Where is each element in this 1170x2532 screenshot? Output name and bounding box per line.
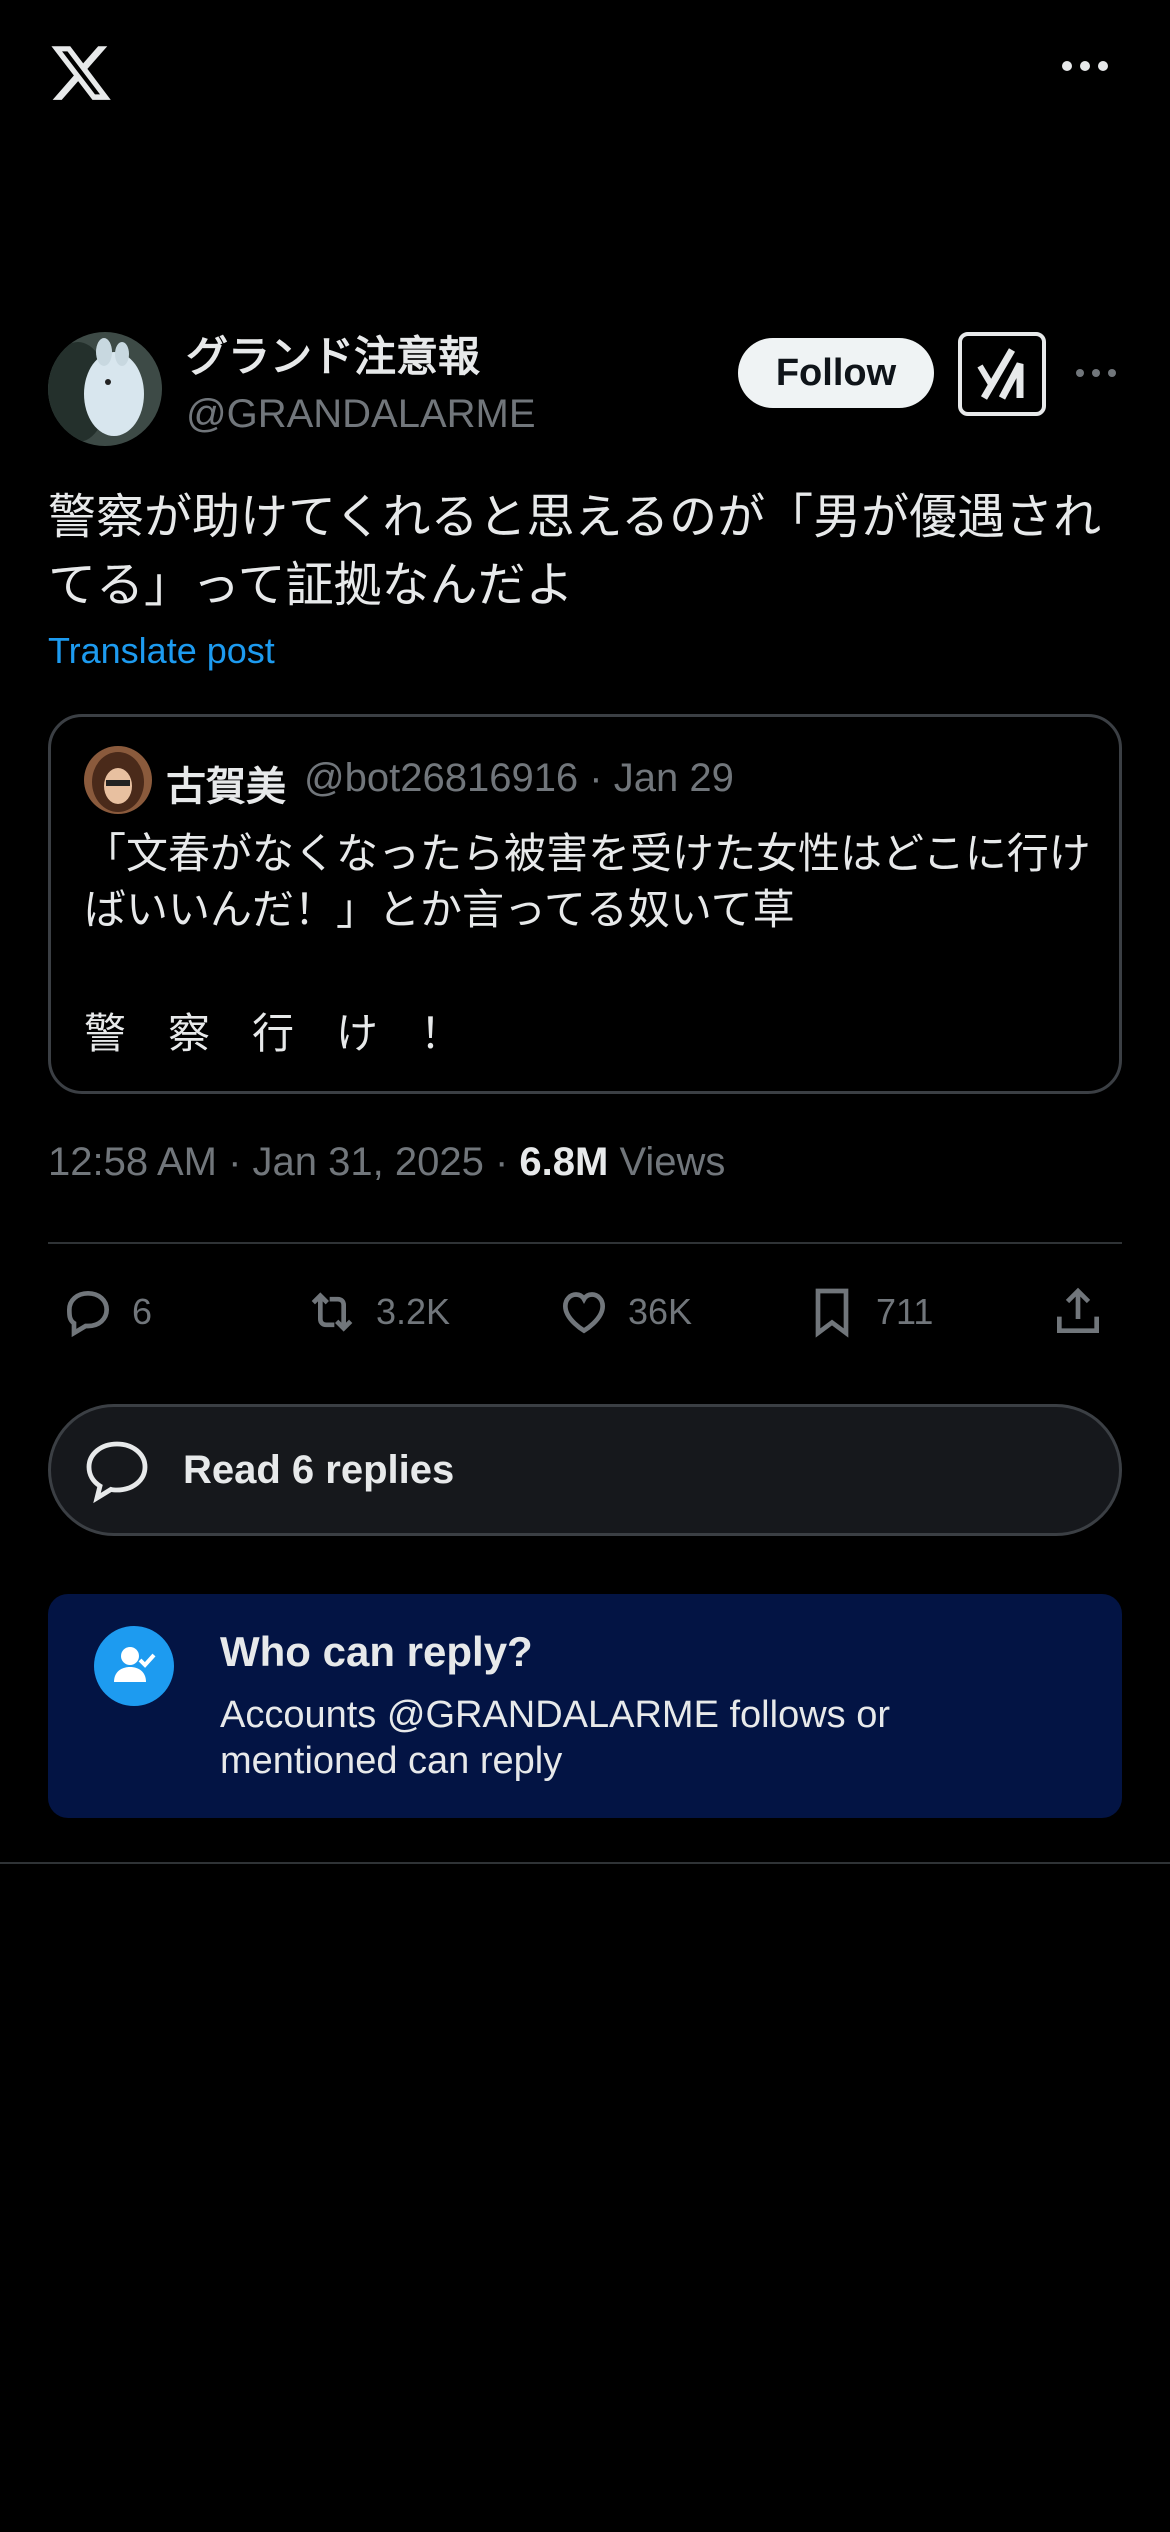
speech-bubble-icon <box>77 1430 157 1510</box>
user-check-icon <box>94 1626 174 1706</box>
post-more-icon[interactable] <box>1074 364 1118 382</box>
views-label: Views <box>608 1140 726 1184</box>
bookmark-button[interactable]: 711 <box>804 1284 933 1340</box>
views-count: 6.8M <box>519 1140 609 1184</box>
follow-button[interactable]: Follow <box>738 338 934 408</box>
quote-text: 「文春がなくなったら被害を受けた女性はどこに行けばいいんだ！」とか言ってる奴いて… <box>84 830 1091 933</box>
repost-icon <box>304 1284 360 1340</box>
post-meta: 12:58 AM · Jan 31, 2025 · 6.8M Views <box>48 1140 725 1185</box>
grok-icon[interactable] <box>958 332 1046 416</box>
quote-handle-date: @bot26816916 · Jan 29 <box>304 756 734 800</box>
who-can-reply-description: Accounts @GRANDALARME follows or mention… <box>220 1694 890 1782</box>
share-icon <box>1050 1284 1106 1340</box>
translate-post-link[interactable]: Translate post <box>48 630 275 672</box>
author-display-name[interactable]: グランド注意報 <box>186 332 480 382</box>
post-text: 警察が助けてくれると思えるのが「男が優遇されてる」って証拠なんだよ <box>48 491 1102 612</box>
who-can-reply-title: Who can reply? <box>220 1628 533 1675</box>
share-button[interactable] <box>1050 1284 1106 1340</box>
reply-icon <box>60 1284 116 1340</box>
bookmark-icon <box>804 1284 860 1340</box>
like-button[interactable]: 36K <box>556 1284 692 1340</box>
more-horizontal-icon[interactable] <box>1060 56 1110 76</box>
like-count: 36K <box>628 1291 693 1332</box>
avatar[interactable] <box>48 332 162 446</box>
reply-button[interactable]: 6 <box>60 1284 152 1340</box>
post-timestamp: 12:58 AM · Jan 31, 2025 · <box>48 1140 520 1184</box>
divider <box>48 1242 1122 1244</box>
x-logo-icon[interactable] <box>48 40 114 106</box>
quote-author-name: 古賀美 <box>166 765 286 809</box>
repost-count: 3.2K <box>376 1291 451 1332</box>
heart-icon <box>556 1284 612 1340</box>
read-replies-button[interactable]: Read 6 replies <box>48 1404 1122 1536</box>
bookmark-count: 711 <box>876 1291 934 1332</box>
author-handle[interactable]: @GRANDALARME <box>186 390 536 438</box>
quote-text-line2: 警察行け！ <box>84 1010 505 1057</box>
repost-button[interactable]: 3.2K <box>304 1284 450 1340</box>
quote-avatar <box>84 746 152 814</box>
read-replies-label: Read 6 replies <box>183 1447 455 1492</box>
divider <box>0 1862 1170 1864</box>
reply-count: 6 <box>132 1291 153 1332</box>
